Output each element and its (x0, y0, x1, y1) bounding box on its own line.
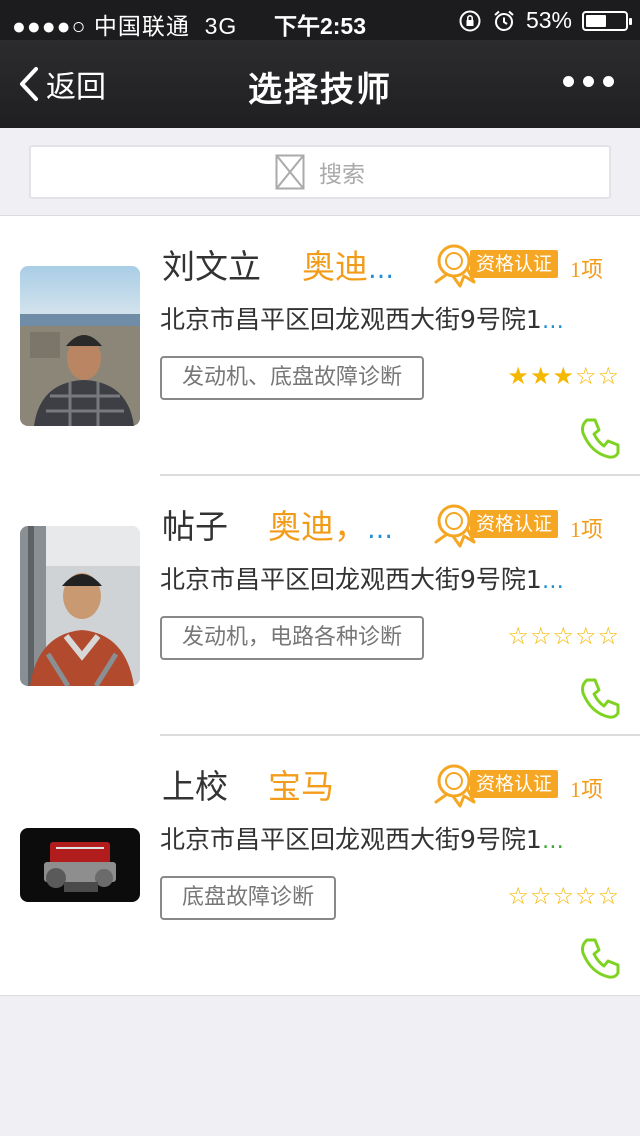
technician-card[interactable]: 帖子 奥迪，… 资格认证 1项 北京市昌平区回龙观西大街9号院1… 发动机，电路… (0, 476, 640, 736)
certification-badge: 资格认证 (470, 250, 558, 278)
certification-count: 1项 (570, 257, 604, 282)
phone-icon[interactable] (578, 676, 622, 720)
technician-address: 北京市昌平区回龙观西大街9号院1… (160, 825, 566, 854)
alarm-icon (494, 10, 514, 31)
rating-stars: ☆☆☆☆☆ (507, 882, 620, 910)
status-bar: ●●●●○ 中国联通 3G 下午2:53 53% (0, 0, 640, 40)
page-title: 选择技师 (248, 70, 392, 110)
phone-icon[interactable] (578, 936, 622, 980)
technician-address: 北京市昌平区回龙观西大街9号院1… (160, 565, 566, 594)
certification-badge: 资格认证 (470, 510, 558, 538)
rating-stars: ☆☆☆☆☆ (507, 622, 620, 650)
technician-name: 帖子 (162, 507, 228, 546)
rating-stars: ★★★☆☆ (507, 362, 620, 390)
technician-card[interactable]: 刘文立 奥迪… 资格认证 1项 北京市昌平区回龙观西大街9号院1… 发动机、底盘… (0, 216, 640, 476)
nav-bar: 返回 选择技师 (0, 40, 640, 128)
rotation-lock-icon (459, 10, 481, 31)
certification-count: 1项 (570, 777, 604, 802)
search-bar: 搜索 (0, 128, 640, 216)
specialty-tag: 发动机，电路各种诊断 (160, 616, 425, 660)
technician-brand: 奥迪，… (268, 507, 395, 546)
status-right: 53% (458, 7, 632, 34)
battery-percent: 53% (525, 7, 572, 33)
phone-icon[interactable] (578, 416, 622, 460)
technician-brand: 宝马 (268, 767, 334, 806)
specialty-tag: 发动机、底盘故障诊断 (160, 356, 425, 400)
certification-count: 1项 (570, 517, 604, 542)
specialty-tag: 底盘故障诊断 (160, 876, 337, 920)
search-input[interactable]: 搜索 (29, 145, 611, 199)
avatar (20, 828, 140, 902)
more-dots-icon[interactable] (563, 76, 614, 87)
technician-list: 刘文立 奥迪… 资格认证 1项 北京市昌平区回龙观西大街9号院1… 发动机、底盘… (0, 216, 640, 996)
avatar (20, 526, 140, 686)
technician-name: 刘文立 (162, 247, 261, 286)
certification-badge: 资格认证 (470, 770, 558, 798)
technician-card[interactable]: 上校 宝马 资格认证 1项 北京市昌平区回龙观西大街9号院1… 底盘故障诊断 ☆… (0, 736, 640, 996)
broken-image-icon (275, 154, 305, 190)
technician-address: 北京市昌平区回龙观西大街9号院1… (160, 305, 566, 334)
technician-brand: 奥迪… (302, 247, 396, 286)
avatar (20, 266, 140, 426)
battery-icon (582, 10, 632, 31)
search-placeholder: 搜索 (319, 162, 365, 188)
technician-name: 上校 (162, 767, 228, 806)
